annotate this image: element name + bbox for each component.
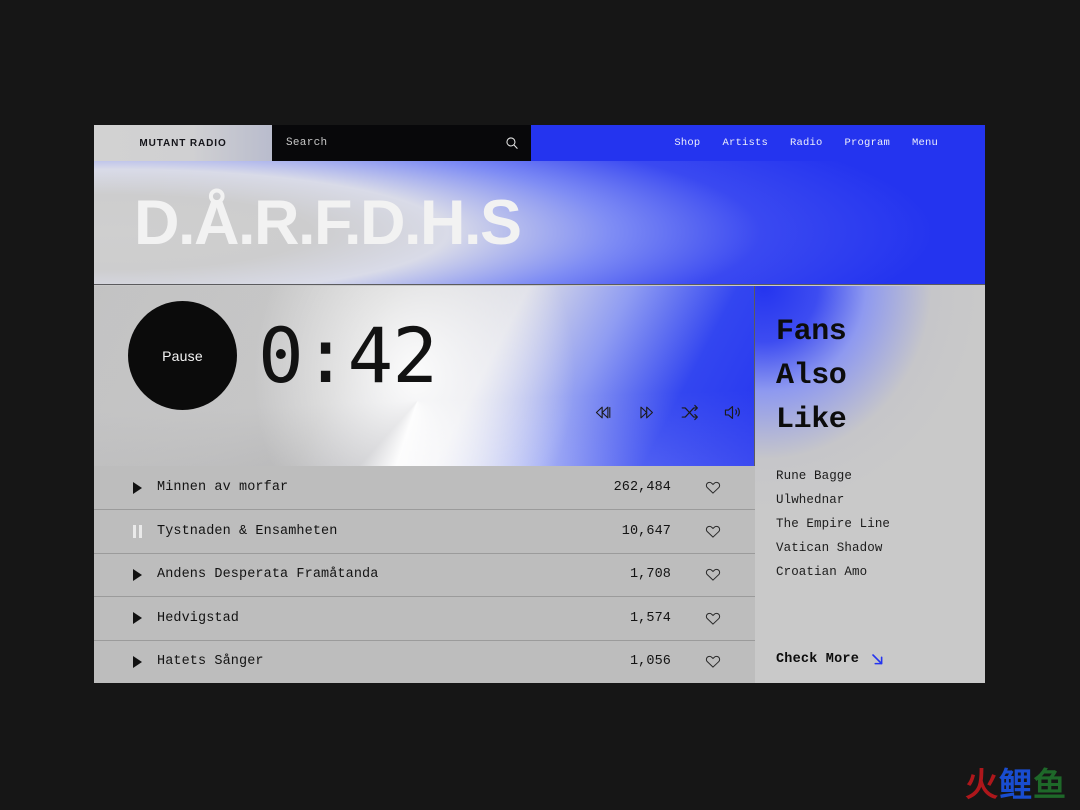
page-title: D.Å.R.F.D.H.S xyxy=(134,187,522,258)
track-title: Andens Desperata Framåtanda xyxy=(157,567,379,583)
heading-line-1: Fans xyxy=(776,315,847,349)
brand-block[interactable]: MUTANT RADIO xyxy=(94,125,272,161)
list-item[interactable]: Croatian Amo xyxy=(776,560,985,584)
table-row[interactable]: Andens Desperata Framåtanda 1,708 xyxy=(94,552,755,596)
track-title: Hatets Sånger xyxy=(157,654,264,670)
list-item[interactable]: Ulwhednar xyxy=(776,488,985,512)
heart-icon[interactable] xyxy=(705,654,721,669)
nav-item-menu[interactable]: Menu xyxy=(912,137,938,149)
favorite-button[interactable] xyxy=(671,567,755,582)
favorite-button[interactable] xyxy=(671,654,755,669)
track-list: Minnen av morfar 262,484 Tystnaden & Ens… xyxy=(94,466,755,683)
shuffle-icon[interactable] xyxy=(679,402,700,423)
search-bar[interactable] xyxy=(272,125,531,161)
check-more-label: Check More xyxy=(776,652,860,667)
radio-player-card: MUTANT RADIO Shop Artists Radio Program … xyxy=(94,125,985,683)
list-item[interactable]: Vatican Shadow xyxy=(776,536,985,560)
top-bar: MUTANT RADIO Shop Artists Radio Program … xyxy=(94,125,985,161)
brand-logo-text: MUTANT RADIO xyxy=(139,137,227,149)
heart-icon[interactable] xyxy=(705,611,721,626)
watermark-char-1: 火 xyxy=(965,765,998,804)
track-play-count: 1,574 xyxy=(629,610,671,626)
track-play-icon[interactable] xyxy=(133,612,157,625)
track-play-count: 10,647 xyxy=(621,524,671,540)
track-play-count: 1,056 xyxy=(629,654,671,670)
next-track-icon[interactable] xyxy=(636,402,657,423)
hero-banner: D.Å.R.F.D.H.S xyxy=(94,161,985,285)
favorite-button[interactable] xyxy=(671,480,755,495)
fans-also-like-panel: Fans Also Like Rune Bagge Ulwhednar The … xyxy=(755,286,985,683)
watermark-char-2: 鲤 xyxy=(999,765,1032,804)
check-more-link[interactable]: Check More xyxy=(776,652,885,667)
nav-item-artists[interactable]: Artists xyxy=(722,137,768,149)
track-play-count: 1,708 xyxy=(629,567,671,583)
heading-line-3: Like xyxy=(776,403,847,437)
table-row[interactable]: Hatets Sånger 1,056 xyxy=(94,639,755,683)
track-title: Hedvigstad xyxy=(157,610,240,626)
favorite-button[interactable] xyxy=(671,524,755,539)
heart-icon[interactable] xyxy=(705,524,721,539)
watermark-char-3: 鱼 xyxy=(1033,765,1066,804)
volume-icon[interactable] xyxy=(722,402,743,423)
table-row[interactable]: Tystnaden & Ensamheten 10,647 xyxy=(94,509,755,552)
heart-icon[interactable] xyxy=(705,480,721,495)
nav-item-program[interactable]: Program xyxy=(844,137,890,149)
related-artist-list: Rune Bagge Ulwhednar The Empire Line Vat… xyxy=(776,464,985,584)
heading-line-2: Also xyxy=(776,359,847,393)
nav-item-shop[interactable]: Shop xyxy=(674,137,700,149)
track-title: Minnen av morfar xyxy=(157,480,289,496)
content-area: Pause 0:42 Minnen av morfar 262,484 Tyst… xyxy=(94,286,985,683)
search-input[interactable] xyxy=(286,137,505,149)
search-icon[interactable] xyxy=(505,136,519,150)
track-play-icon[interactable] xyxy=(133,481,157,494)
track-play-icon[interactable] xyxy=(133,655,157,668)
favorite-button[interactable] xyxy=(671,611,755,626)
track-pause-icon[interactable] xyxy=(133,525,157,539)
primary-nav: Shop Artists Radio Program Menu xyxy=(531,125,985,161)
watermark: 火 鲤 鱼 xyxy=(965,766,1066,804)
player-panel: Pause 0:42 xyxy=(94,286,754,435)
table-row[interactable]: Minnen av morfar 262,484 xyxy=(94,466,755,509)
previous-track-icon[interactable] xyxy=(593,402,614,423)
track-play-icon[interactable] xyxy=(133,568,157,581)
table-row[interactable]: Hedvigstad 1,574 xyxy=(94,596,755,639)
arrow-down-right-icon[interactable] xyxy=(870,652,885,667)
transport-controls xyxy=(593,402,743,423)
track-title: Tystnaden & Ensamheten xyxy=(157,524,338,540)
play-pause-label: Pause xyxy=(162,347,203,364)
list-item[interactable]: Rune Bagge xyxy=(776,464,985,488)
heart-icon[interactable] xyxy=(705,567,721,582)
play-pause-button[interactable]: Pause xyxy=(128,301,237,410)
track-play-count: 262,484 xyxy=(613,480,671,496)
elapsed-time: 0:42 xyxy=(258,311,438,400)
fans-also-like-heading: Fans Also Like xyxy=(776,310,985,442)
player-column: Pause 0:42 Minnen av morfar 262,484 Tyst… xyxy=(94,286,755,683)
nav-item-radio[interactable]: Radio xyxy=(790,137,823,149)
list-item[interactable]: The Empire Line xyxy=(776,512,985,536)
